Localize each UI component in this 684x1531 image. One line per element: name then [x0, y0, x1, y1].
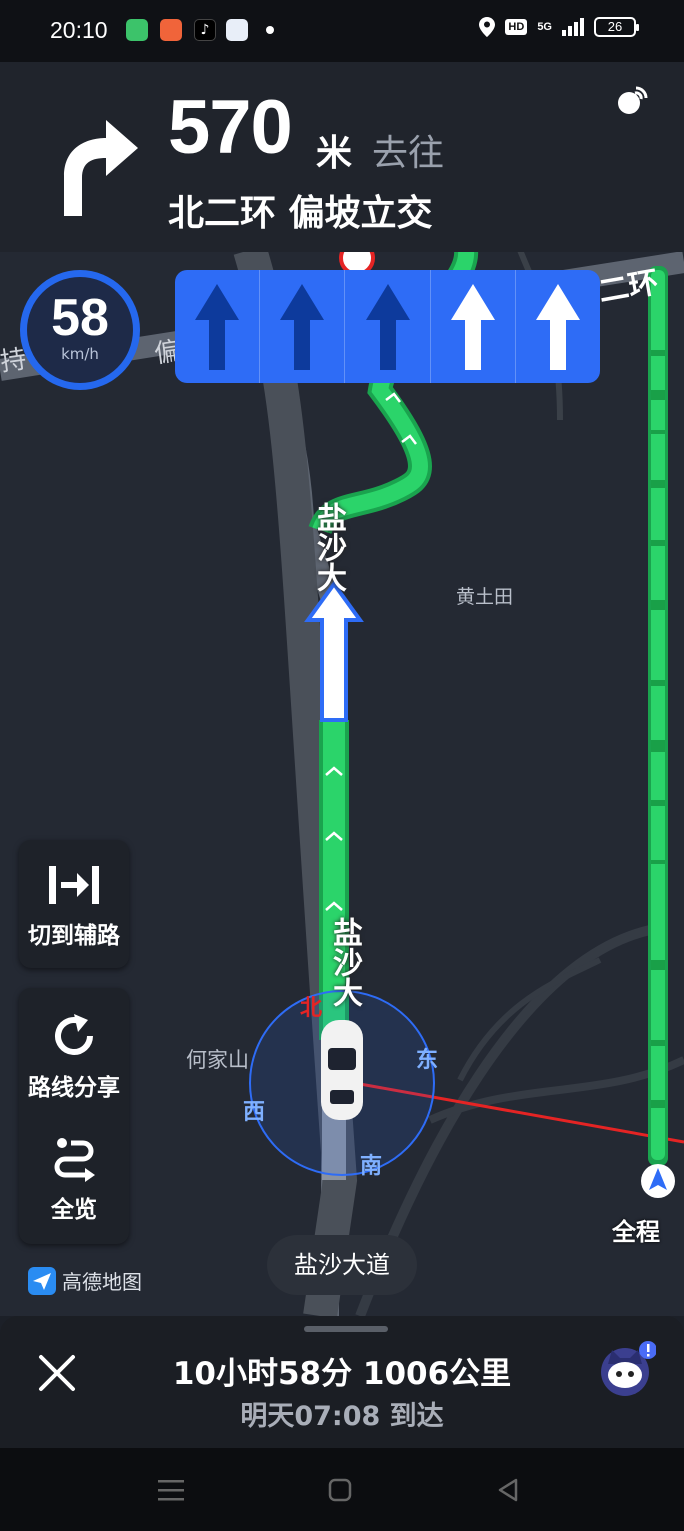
lane-2 [260, 270, 346, 383]
speed-unit: km/h [61, 345, 99, 363]
back-icon[interactable] [496, 1478, 520, 1502]
lane-straight-arrow-icon [280, 283, 325, 370]
battery-icon: 26 [594, 17, 639, 37]
satellite-signal-icon[interactable] [614, 84, 648, 118]
signal-icon [562, 18, 584, 36]
system-nav-bar [0, 1448, 684, 1531]
road-label-vertical-upper: 盐沙大 [311, 502, 346, 592]
distance-unit: 米 [316, 133, 353, 174]
voice-assistant-icon[interactable] [598, 1340, 656, 1398]
status-dot [266, 26, 274, 34]
turn-right-icon [64, 120, 138, 216]
compass-west: 西 [243, 1100, 266, 1125]
next-road-name: 北二环 偏坡立交 [168, 193, 433, 234]
route-share-button[interactable]: 路线分享 [19, 988, 129, 1116]
lane-4 [431, 270, 516, 383]
route-share-panel: 路线分享 全览 [19, 988, 129, 1244]
status-bar: 20:10 ♪ HD 5G 26 [0, 0, 684, 62]
app-icon-orange [160, 19, 182, 41]
trip-summary: 10小时58分 1006公里 [172, 1356, 512, 1392]
status-time: 20:10 [50, 17, 108, 43]
switch-aux-road-label: 切到辅路 [28, 923, 120, 949]
route-share-label: 路线分享 [28, 1075, 120, 1101]
turn-distance: 570 [168, 85, 293, 170]
app-icon-blue [226, 19, 248, 41]
compass-north: 北 [300, 996, 323, 1021]
location-icon [479, 17, 496, 37]
compass-east: 东 [416, 1048, 439, 1073]
speed-indicator: 58 km/h [20, 270, 140, 390]
lane-3 [345, 270, 431, 383]
amap-logo-icon [28, 1266, 56, 1295]
lane-straight-arrow-icon [535, 283, 580, 370]
amap-logo-text: 高德地图 [62, 1270, 142, 1294]
arrival-time: 明天07:08 到达 [240, 1401, 444, 1432]
status-right: HD 5G 26 [479, 17, 639, 37]
menu-icon[interactable] [158, 1478, 184, 1502]
lane-straight-arrow-icon [365, 283, 410, 370]
signal-label: 5G [537, 21, 552, 33]
road-label-vertical-lower: 盐沙大 [327, 917, 362, 1007]
overview-label: 全览 [51, 1197, 97, 1223]
car-icon [321, 1020, 363, 1120]
poi-hejiashan[interactable]: 何家山 [186, 1044, 249, 1074]
goto-label: 去往 [372, 133, 445, 174]
current-road-chip: 盐沙大道 [267, 1235, 417, 1295]
overview-route-icon [54, 1138, 95, 1182]
home-icon[interactable] [328, 1478, 352, 1502]
switch-aux-road-button[interactable]: 切到辅路 [19, 840, 129, 968]
speed-value: 58 [51, 289, 109, 347]
switch-road-icon [49, 866, 99, 904]
lane-straight-arrow-icon [450, 283, 495, 370]
tiktok-icon: ♪ [194, 19, 216, 41]
trip-panel: 10小时58分 1006公里 明天07:08 到达 [0, 1316, 684, 1448]
poi-huangtutian[interactable]: 黄土田 [456, 582, 513, 609]
lane-guidance-panel [175, 270, 600, 383]
drag-handle[interactable] [304, 1326, 388, 1332]
app-icon-green [126, 19, 148, 41]
lane-straight-arrow-icon [195, 283, 240, 370]
amap-logo: 高德地图 [28, 1266, 142, 1295]
hd-badge: HD [505, 19, 528, 35]
lane-1 [175, 270, 261, 383]
overview-progress-label[interactable]: 全程 [612, 1212, 660, 1247]
share-route-icon [55, 1014, 93, 1055]
overview-button[interactable]: 全览 [19, 1116, 129, 1244]
lane-5 [516, 270, 600, 383]
compass-south: 南 [360, 1154, 383, 1179]
